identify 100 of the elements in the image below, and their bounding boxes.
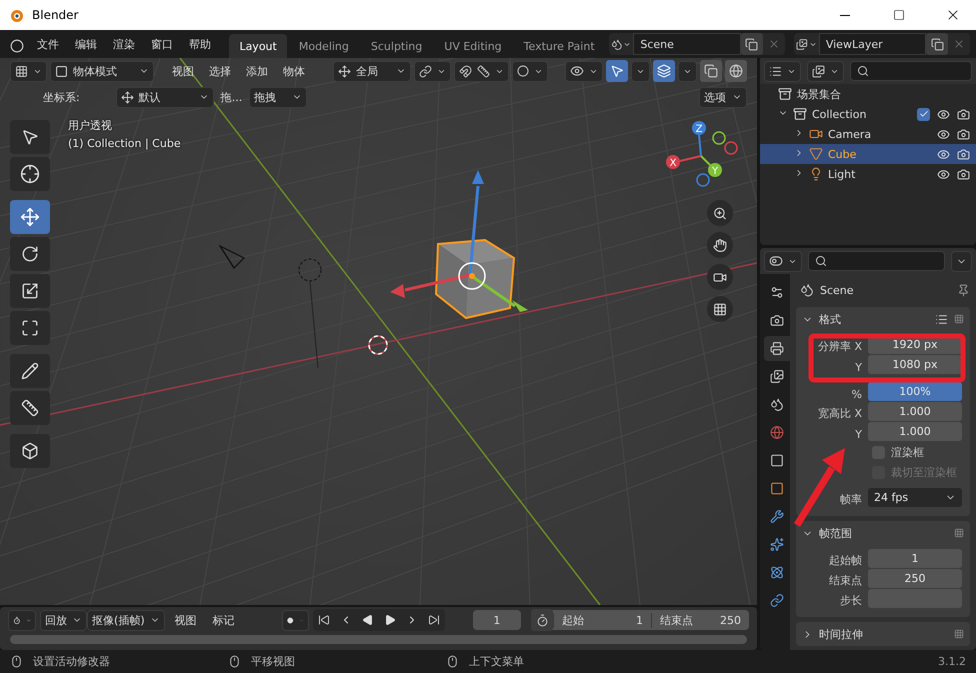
tool-button[interactable] xyxy=(10,157,50,191)
end-frame-field[interactable]: 结束点 250 xyxy=(651,612,749,628)
outliner-row[interactable]: Collection xyxy=(760,104,976,124)
menu-dropdown[interactable]: 抠像(插帧) xyxy=(87,610,165,630)
keying-dropdown[interactable] xyxy=(282,610,309,630)
number-field[interactable]: 250 xyxy=(868,569,962,588)
menu-dropdown[interactable]: 回放 xyxy=(40,610,88,630)
exclude-checkbox[interactable] xyxy=(917,108,930,120)
ruler-icon xyxy=(21,399,39,417)
close-icon xyxy=(953,38,965,50)
start-frame-field[interactable]: 起始 1 xyxy=(553,612,651,628)
properties-tab[interactable] xyxy=(764,336,790,361)
pivot-dropdown[interactable] xyxy=(414,60,451,82)
snap-dropdown[interactable] xyxy=(454,60,509,82)
gizmo-toggle[interactable] xyxy=(606,60,628,82)
mode-dropdown[interactable]: 物体模式 xyxy=(50,60,154,82)
camera-view-button[interactable] xyxy=(707,264,733,290)
tool-button[interactable] xyxy=(10,237,50,271)
play-reverse-icon xyxy=(362,614,374,626)
workspace-tab[interactable]: Modeling xyxy=(288,34,359,58)
options-dropdown[interactable]: 选项 xyxy=(699,86,747,108)
tool-button[interactable] xyxy=(10,391,50,425)
visibility-dropdown[interactable] xyxy=(565,60,603,82)
menu-item[interactable]: 编辑 xyxy=(68,32,104,56)
workspace-tab[interactable]: Texture Paint xyxy=(514,34,605,58)
coordinate-dropdown[interactable]: 默认 xyxy=(116,86,214,108)
field-label: Y xyxy=(854,428,863,441)
pan-button[interactable] xyxy=(707,232,733,258)
panel-header[interactable]: 帧范围 xyxy=(796,521,970,545)
sparkles-icon xyxy=(770,537,784,552)
tool-button[interactable] xyxy=(10,434,50,468)
panel-header[interactable]: 格式 xyxy=(796,307,970,331)
scene-collection-label: 场景集合 xyxy=(797,86,842,102)
editor-type-dropdown[interactable] xyxy=(8,610,36,630)
preview-range-button[interactable] xyxy=(531,609,553,631)
grid-icon xyxy=(713,302,727,316)
editor-type-dropdown[interactable] xyxy=(10,60,47,82)
proportional-edit-dropdown[interactable] xyxy=(512,60,548,82)
status-hint: 设置活动修改器 xyxy=(33,654,110,669)
link-icon xyxy=(770,593,784,608)
view-layer-field[interactable]: ViewLayer xyxy=(818,33,926,55)
outliner-row[interactable]: Light xyxy=(760,164,976,184)
3d-viewport[interactable]: 物体模式 视图 选择 添加 物体 全局 坐标系: 默认 拖... 拖拽 选项 用户透视 (1) Collection | Cube Z X Y xyxy=(0,58,757,605)
new-scene-button[interactable] xyxy=(740,33,763,55)
menu-item[interactable]: 选择 xyxy=(203,61,237,81)
menu-item[interactable]: 视图 xyxy=(168,610,203,630)
globe-icon xyxy=(729,64,743,78)
workspace-tab[interactable]: UV Editing xyxy=(434,34,512,58)
outliner-row[interactable]: Camera xyxy=(760,124,976,144)
search-icon xyxy=(815,255,827,267)
number-field[interactable]: 1.000 xyxy=(868,422,962,441)
zoom-button[interactable] xyxy=(707,200,733,226)
number-field[interactable]: 100% xyxy=(868,382,962,401)
outliner-row[interactable]: Cube xyxy=(760,144,976,164)
workspace-tab[interactable]: Sculpting xyxy=(360,34,432,58)
timeline-scrollbar[interactable] xyxy=(10,635,747,644)
number-field[interactable]: 1 xyxy=(868,549,962,568)
wrench-icon xyxy=(770,509,784,524)
tool-button[interactable] xyxy=(10,200,50,234)
menu-item[interactable]: 添加 xyxy=(240,61,274,81)
menu-item[interactable]: 窗口 xyxy=(144,32,180,56)
panel-header[interactable]: 时间拉伸 xyxy=(796,622,970,646)
current-frame-field[interactable]: 1 xyxy=(472,610,521,630)
wireframe-shading-button[interactable] xyxy=(725,60,747,82)
square-icon xyxy=(55,64,68,78)
images-icon xyxy=(770,369,784,384)
search-field[interactable] xyxy=(850,61,972,81)
outliner-item-name: Collection xyxy=(812,108,868,120)
number-field[interactable]: 1.000 xyxy=(868,402,962,421)
orientation-dropdown[interactable]: 全局 xyxy=(333,60,411,82)
tool-button[interactable] xyxy=(10,120,50,154)
menu-item[interactable]: 渲染 xyxy=(106,32,142,56)
menu-item[interactable]: 物体 xyxy=(277,61,311,81)
menu-item[interactable]: 视图 xyxy=(166,61,200,81)
editor-type-dropdown[interactable] xyxy=(764,250,802,272)
tool-button[interactable] xyxy=(10,311,50,345)
tool-button[interactable] xyxy=(10,354,50,388)
number-field[interactable]: 1080 px xyxy=(868,355,962,374)
display-mode-dropdown[interactable] xyxy=(807,60,844,82)
projection-button[interactable] xyxy=(707,296,733,322)
workspace-tab[interactable]: Layout xyxy=(229,34,287,58)
transform-icon xyxy=(21,319,39,337)
axis-gizmo-drawing[interactable]: Z X Y xyxy=(659,118,743,194)
editor-type-dropdown[interactable] xyxy=(764,60,801,82)
search-field[interactable] xyxy=(808,251,945,271)
menu-item[interactable]: 帮助 xyxy=(182,32,218,56)
field-label: Y xyxy=(854,361,863,374)
maximize-icon xyxy=(893,9,905,21)
drag-dropdown[interactable]: 拖拽 xyxy=(249,86,308,108)
new-view-layer-button[interactable] xyxy=(926,33,948,55)
menu-item[interactable]: 标记 xyxy=(206,610,241,630)
menu-item[interactable]: 文件 xyxy=(30,32,66,56)
dropdown-field[interactable]: 24 fps xyxy=(868,488,962,507)
outliner-item-name: Camera xyxy=(828,128,872,140)
overlay-toggle[interactable] xyxy=(653,60,675,82)
xray-toggle[interactable] xyxy=(700,60,722,82)
cube-with-move-gizmo-drawing[interactable] xyxy=(390,170,528,320)
tool-button[interactable] xyxy=(10,274,50,308)
axis-label: Y xyxy=(712,166,718,177)
scene-field[interactable]: Scene xyxy=(633,33,741,55)
